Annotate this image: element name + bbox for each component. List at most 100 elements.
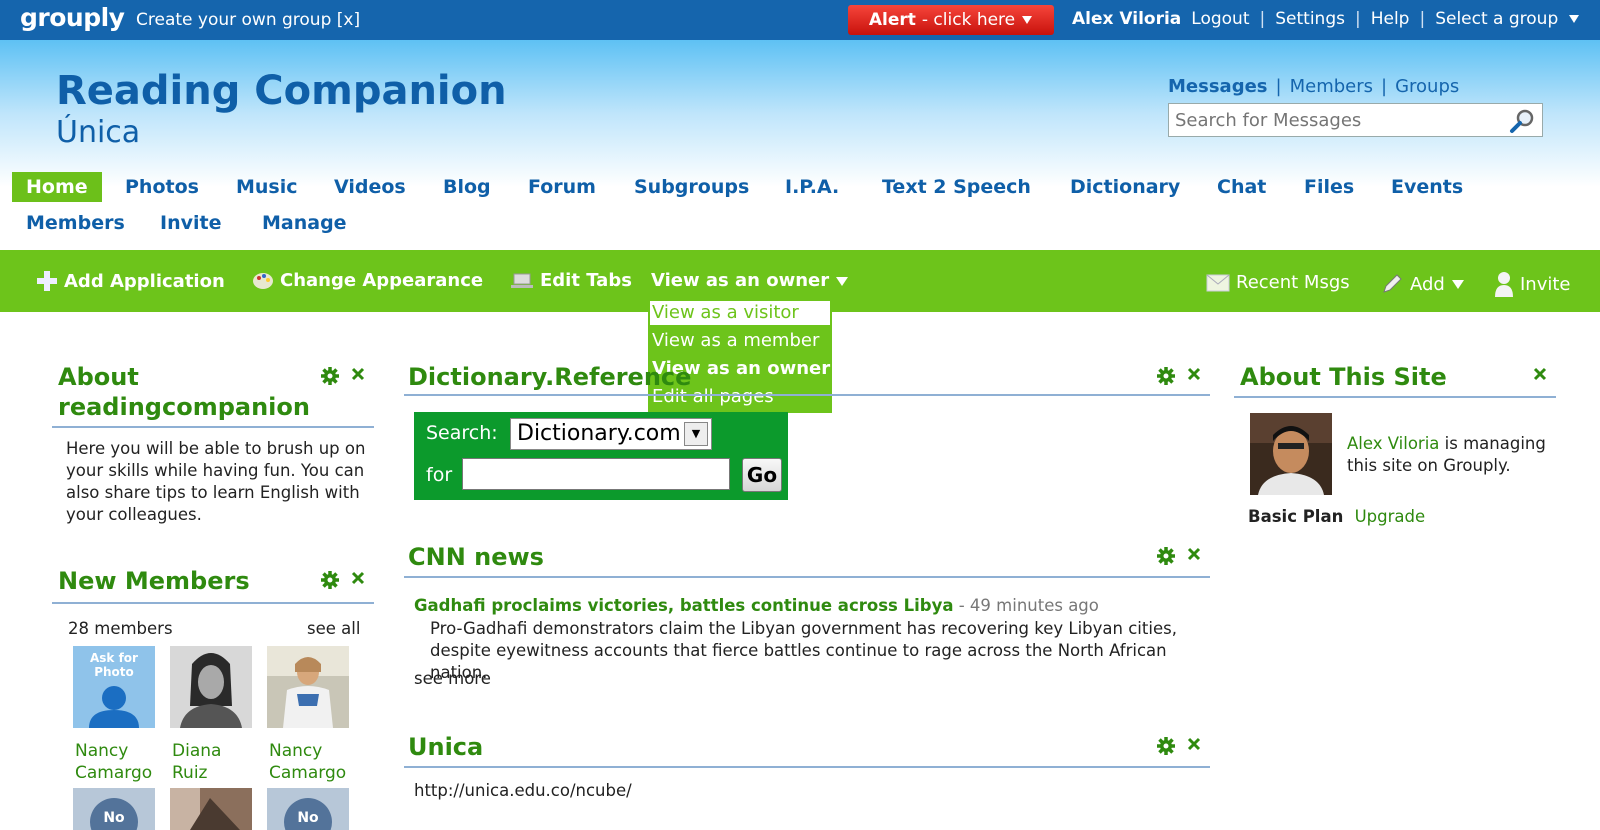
invite-label: Invite [1520,273,1571,295]
tab-videos[interactable]: Videos [334,176,406,198]
member-photo [267,646,349,728]
about-title-line: readingcompanion [58,393,310,421]
separator: | [1259,9,1266,29]
account-links: Alex Viloria Logout | Settings | Help | … [1072,9,1580,29]
close-icon[interactable] [350,570,366,586]
change-appearance-button[interactable]: Change Appearance [252,270,483,291]
tab-ipa[interactable]: I.P.A. [785,176,839,198]
tab-members[interactable]: Members [26,212,125,234]
member-card[interactable] [170,788,260,830]
tab-photos[interactable]: Photos [125,176,199,198]
close-icon[interactable] [1186,736,1202,752]
gear-icon[interactable] [1156,736,1176,756]
search-input[interactable] [1169,109,1499,131]
go-button[interactable]: Go [742,458,782,492]
search-scope-tabs: Messages | Members | Groups [1168,76,1459,97]
logout-link[interactable]: Logout [1191,9,1249,29]
person-icon [1495,272,1513,297]
alert-click-label: - click here [921,10,1016,30]
see-more-link[interactable]: see more [414,668,491,690]
plus-icon [37,271,57,291]
member-card[interactable]: No [73,788,163,830]
change-appearance-label: Change Appearance [280,270,484,291]
select-group-link[interactable]: Select a group [1435,9,1558,29]
tab-chat[interactable]: Chat [1217,176,1266,198]
close-icon[interactable] [1186,366,1202,382]
tab-files[interactable]: Files [1304,176,1354,198]
help-link[interactable]: Help [1371,9,1410,29]
cnn-widget-title: CNN news [408,543,544,571]
view-as-dropdown[interactable]: View as an owner [651,270,849,291]
tab-text-2-speech[interactable]: Text 2 Speech [882,176,1031,198]
triangle-down-icon [1451,280,1464,289]
unica-widget-title: Unica [408,733,484,761]
add-button[interactable]: Add [1380,272,1465,296]
tab-music[interactable]: Music [236,176,298,198]
search-tab-groups[interactable]: Groups [1395,76,1459,97]
member-card[interactable]: No [267,788,357,830]
top-bar: grouply Create your own group [x] Alert … [0,0,1600,40]
widget-controls [320,570,366,590]
tab-forum[interactable]: Forum [528,176,596,198]
no-photo-label: No [103,810,125,826]
alert-button[interactable]: Alert - click here [848,5,1054,35]
grouply-logo[interactable]: grouply [20,3,125,32]
menu-item-view-as-member[interactable]: View as a member [648,327,832,355]
close-icon[interactable] [1186,546,1202,562]
create-group-link[interactable]: Create your own group [x] [136,10,360,30]
add-application-label: Add Application [64,270,225,292]
close-icon[interactable] [1532,366,1548,382]
member-count[interactable]: 28 members [68,618,173,640]
tab-manage[interactable]: Manage [262,212,347,234]
manager-name-link[interactable]: Alex Viloria [1347,434,1439,453]
triangle-down-icon [836,276,849,286]
member-card[interactable]: Nancy Camargo [267,646,357,784]
settings-link[interactable]: Settings [1275,9,1345,29]
add-application-button[interactable]: Add Application [36,270,225,292]
dictionary-term-input[interactable] [462,458,730,490]
gear-icon[interactable] [320,366,340,386]
member-first-name: Nancy [269,741,323,761]
tab-subgroups[interactable]: Subgroups [634,176,749,198]
dictionary-source-select[interactable]: Dictionary.com ▼ [510,418,712,450]
recent-msgs-button[interactable]: Recent Msgs [1206,272,1350,293]
plan-label: Basic Plan [1248,507,1344,526]
envelope-icon [1206,274,1230,291]
gear-icon[interactable] [320,570,340,590]
invite-button[interactable]: Invite [1494,271,1571,297]
gear-icon[interactable] [1156,546,1176,566]
tab-blog[interactable]: Blog [443,176,491,198]
site-title: Reading Companion [56,68,507,114]
member-card[interactable]: Ask for Photo Nancy Camargo [73,646,163,784]
tab-dictionary[interactable]: Dictionary [1070,176,1180,198]
unica-widget-header: Unica [404,732,1210,768]
triangle-down-icon[interactable] [1568,13,1580,25]
news-headline-link[interactable]: Gadhafi proclaims victories, battles con… [414,596,953,615]
tab-events[interactable]: Events [1391,176,1463,198]
news-timestamp: - 49 minutes ago [958,596,1099,615]
laptop-icon [511,273,533,288]
close-icon[interactable] [350,366,366,382]
tab-home[interactable]: Home [12,172,102,202]
search-icon[interactable] [1508,108,1536,134]
edit-tabs-label: Edit Tabs [540,270,632,291]
plan-row: Basic Plan Upgrade [1248,506,1425,528]
member-card[interactable]: Diana Ruiz [170,646,260,784]
search-tab-messages[interactable]: Messages [1168,76,1268,97]
add-label: Add [1410,273,1445,295]
member-first-name: Diana [172,741,222,761]
menu-item-view-as-visitor[interactable]: View as a visitor [650,301,830,325]
search-tab-members[interactable]: Members [1290,76,1373,97]
tab-invite[interactable]: Invite [160,212,221,234]
user-name-link[interactable]: Alex Viloria [1072,9,1181,29]
gear-icon[interactable] [1156,366,1176,386]
about-description: Here you will be able to brush up on you… [66,439,366,524]
see-all-members-link[interactable]: see all [307,618,360,640]
recent-msgs-label: Recent Msgs [1236,272,1350,293]
unica-url-link[interactable]: http://unica.edu.co/ncube/ [414,780,632,802]
edit-tabs-button[interactable]: Edit Tabs [510,270,632,291]
manager-photo[interactable] [1250,413,1332,495]
separator: | [1381,76,1388,97]
member-last-name: Camargo [269,763,347,783]
upgrade-link[interactable]: Upgrade [1355,507,1426,526]
